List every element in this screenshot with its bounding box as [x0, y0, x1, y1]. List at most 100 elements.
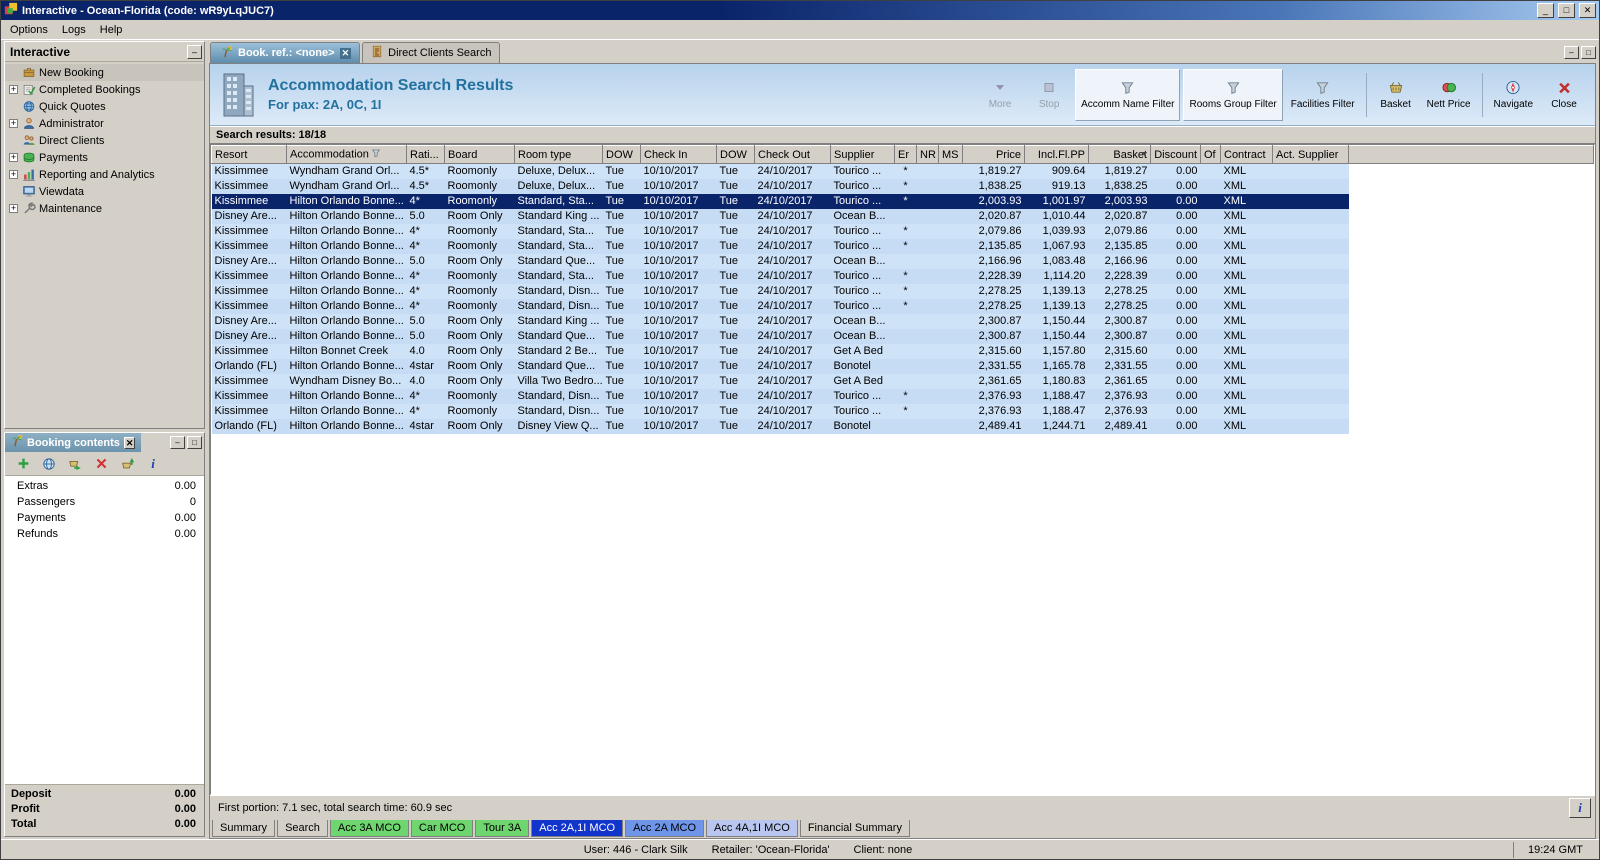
column-header-nr[interactable]: NR [916, 145, 939, 164]
expand-icon[interactable]: + [9, 170, 18, 179]
bottom-tab-car-mco[interactable]: Car MCO [410, 820, 474, 837]
close-button[interactable]: Close [1541, 69, 1587, 121]
column-header-supplier[interactable]: Supplier [830, 145, 895, 164]
sidebar-item-reporting-and-analytics[interactable]: + Reporting and Analytics [5, 166, 204, 183]
table-row[interactable]: Kissimmee Hilton Orlando Bonne... 4* Roomon… [211, 283, 1594, 299]
column-header-ms[interactable]: MS [938, 145, 963, 164]
expand-icon[interactable]: + [9, 85, 18, 94]
table-row[interactable]: Kissimmee Hilton Orlando Bonne... 4* Roomon… [211, 298, 1594, 314]
booking-maximize-icon[interactable]: □ [187, 436, 202, 449]
table-row[interactable]: Disney Are... Hilton Orlando Bonne... 5.0 R… [211, 253, 1594, 269]
facilities-filter-button[interactable]: Facilities Filter [1286, 69, 1360, 121]
column-header-check-out[interactable]: Check Out [754, 145, 831, 164]
table-cell: 24/10/2017 [754, 238, 831, 254]
column-header-board[interactable]: Board [444, 145, 515, 164]
info-button[interactable]: i [145, 456, 161, 472]
bottom-tab-acc-2a-mco[interactable]: Acc 2A MCO [625, 820, 705, 837]
basket-in-button[interactable] [119, 456, 135, 472]
menu-logs[interactable]: Logs [55, 21, 93, 39]
column-header-incl-fl-pp[interactable]: Incl.Fl.PP [1024, 145, 1089, 164]
table-row[interactable]: Kissimmee Wyndham Grand Orl... 4.5* Roomonl… [211, 163, 1594, 179]
maximize-icon[interactable]: □ [1558, 3, 1575, 18]
sidebar-item-maintenance[interactable]: + Maintenance [5, 200, 204, 217]
navigate-button[interactable]: Navigate [1489, 69, 1538, 121]
booking-contents-tab[interactable]: Booking contents ✕ [5, 433, 142, 452]
column-header-act-supplier[interactable]: Act. Supplier [1272, 145, 1349, 164]
table-row[interactable]: Disney Are... Hilton Orlando Bonne... 5.0 R… [211, 328, 1594, 344]
bottom-tab-summary[interactable]: Summary [212, 820, 276, 837]
table-row[interactable]: Orlando (FL) Hilton Orlando Bonne... 4star… [211, 358, 1594, 374]
table-cell [894, 328, 917, 344]
sidebar-item-payments[interactable]: + Payments [5, 149, 204, 166]
column-header-dow[interactable]: DOW [716, 145, 755, 164]
sidebar-header: Interactive – [5, 42, 204, 62]
table-row[interactable]: Kissimmee Wyndham Grand Orl... 4.5* Roomonl… [211, 178, 1594, 194]
table-row[interactable]: Kissimmee Hilton Orlando Bonne... 4* Roomon… [211, 388, 1594, 404]
expand-icon[interactable]: + [9, 119, 18, 128]
table-cell: Standard, Disn... [514, 388, 603, 404]
column-header-er[interactable]: Er [894, 145, 917, 164]
column-header-discount[interactable]: Discount [1150, 145, 1201, 164]
table-row[interactable]: Kissimmee Hilton Orlando Bonne... 4* Roomon… [211, 403, 1594, 419]
sidebar-item-viewdata[interactable]: Viewdata [5, 183, 204, 200]
bottom-tab-financial-summary[interactable]: Financial Summary [799, 820, 910, 837]
accommodation-filter-icon[interactable] [371, 148, 381, 161]
accomm-name-filter-button[interactable]: Accomm Name Filter [1075, 68, 1181, 121]
expand-icon[interactable]: + [9, 204, 18, 213]
column-header-resort[interactable]: Resort [211, 145, 287, 164]
table-row[interactable]: Orlando (FL) Hilton Orlando Bonne... 4star… [211, 418, 1594, 434]
table-row[interactable]: Kissimmee Hilton Orlando Bonne... 4* Roomon… [211, 238, 1594, 254]
menu-options[interactable]: Options [3, 21, 55, 39]
bottom-tab-acc-3a-mco[interactable]: Acc 3A MCO [329, 820, 409, 837]
booking-minimize-icon[interactable]: – [170, 436, 185, 449]
column-header-of[interactable]: Of [1200, 145, 1221, 164]
column-header-basket[interactable]: Basket ▼ [1088, 145, 1151, 164]
table-row[interactable]: Disney Are... Hilton Orlando Bonne... 5.0 R… [211, 208, 1594, 224]
expand-icon[interactable]: + [9, 153, 18, 162]
sidebar-item-new-booking[interactable]: New Booking [5, 64, 204, 81]
column-header-price[interactable]: Price [962, 145, 1025, 164]
tab-book-ref-none[interactable]: Book. ref.: <none> ✕ [210, 42, 361, 63]
close-icon[interactable]: ✕ [1579, 3, 1596, 18]
minimize-icon[interactable]: _ [1537, 3, 1554, 18]
column-header-check-in[interactable]: Check In [640, 145, 717, 164]
column-header-dow[interactable]: DOW [602, 145, 641, 164]
globe2-button[interactable] [41, 456, 57, 472]
table-cell: 2,376.93 [962, 388, 1025, 404]
add-button[interactable] [15, 456, 31, 472]
nett-price-button[interactable]: Nett Price [1422, 69, 1476, 121]
table-row[interactable]: Disney Are... Hilton Orlando Bonne... 5.0 R… [211, 313, 1594, 329]
column-header-accommodation[interactable]: Accommodation [286, 145, 407, 164]
column-header-room-type[interactable]: Room type [514, 145, 603, 164]
sidebar-item-administrator[interactable]: + Administrator [5, 115, 204, 132]
table-cell: Room Only [444, 208, 515, 224]
rooms-group-filter-button[interactable]: Rooms Group Filter [1183, 68, 1283, 121]
menu-help[interactable]: Help [93, 21, 130, 39]
delete-button[interactable] [93, 456, 109, 472]
table-row[interactable]: Kissimmee Hilton Orlando Bonne... 4* Roomon… [211, 268, 1594, 284]
sidebar-item-quick-quotes[interactable]: Quick Quotes [5, 98, 204, 115]
table-cell [938, 193, 963, 209]
tab-close-icon[interactable]: ✕ [339, 47, 352, 59]
table-row[interactable]: Kissimmee Wyndham Disney Bo... 4.0 Room Onl… [211, 373, 1594, 389]
table-row[interactable]: Kissimmee Hilton Bonnet Creek 4.0 Room Only… [211, 343, 1594, 359]
basket-out-button[interactable] [67, 456, 83, 472]
column-header-rati[interactable]: Rati... [406, 145, 445, 164]
sidebar-item-completed-bookings[interactable]: + Completed Bookings [5, 81, 204, 98]
mdi-minimize-icon[interactable]: – [1564, 46, 1579, 59]
table-row[interactable]: Kissimmee Hilton Orlando Bonne... 4* Roomon… [211, 223, 1594, 239]
bottom-tab-acc-4a-1i-mco[interactable]: Acc 4A,1I MCO [706, 820, 798, 837]
table-cell: 10/10/2017 [640, 343, 717, 359]
bottom-tab-tour-3a[interactable]: Tour 3A [475, 820, 530, 837]
basket-button[interactable]: Basket [1373, 69, 1419, 121]
column-header-contract[interactable]: Contract [1220, 145, 1273, 164]
close-booking-contents-icon[interactable]: ✕ [123, 436, 136, 449]
sidebar-item-direct-clients[interactable]: Direct Clients [5, 132, 204, 149]
bottom-tab-search[interactable]: Search [277, 820, 328, 837]
table-row[interactable]: Kissimmee Hilton Orlando Bonne... 4* Roomon… [211, 193, 1594, 209]
collapse-sidebar-icon[interactable]: – [187, 44, 202, 59]
info-button[interactable]: i [1569, 797, 1591, 818]
bottom-tab-acc-2a-1i-mco[interactable]: Acc 2A,1I MCO [531, 820, 624, 837]
tab-direct-clients-search[interactable]: Direct Clients Search [362, 42, 501, 63]
mdi-restore-icon[interactable]: □ [1581, 46, 1596, 59]
